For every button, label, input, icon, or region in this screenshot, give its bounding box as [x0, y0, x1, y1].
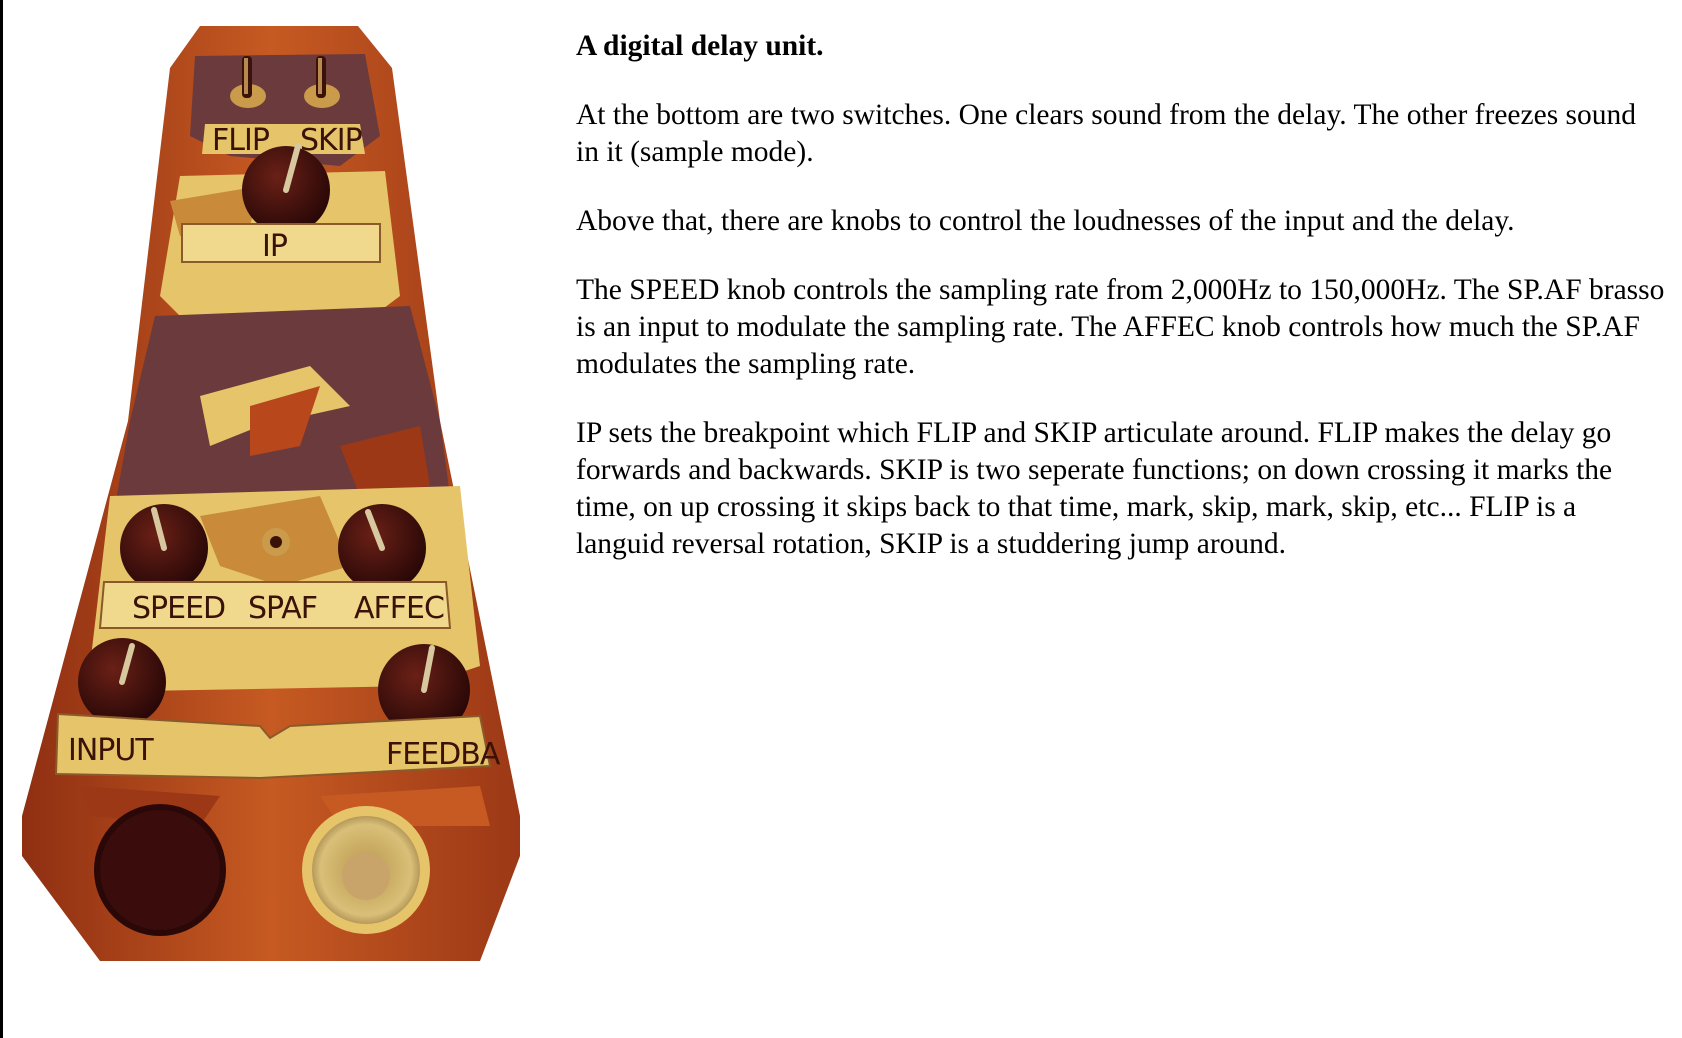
page-heading: A digital delay unit.: [576, 30, 824, 62]
paragraph-loudness: Above that, there are knobs to control t…: [576, 205, 1515, 237]
paragraph-speed: The SPEED knob controls the sampling rat…: [576, 274, 1665, 380]
sample-footswitch[interactable]: [302, 806, 430, 934]
affec-label: AFFEC: [354, 591, 444, 626]
paragraph-switches: At the bottom are two switches. One clea…: [576, 99, 1637, 168]
delay-unit-illustration: FLIP SKIP IP SPEED SPAF AFFEC INPUT FEED…: [20, 26, 562, 1038]
speed-knob[interactable]: [120, 504, 208, 592]
input-knob[interactable]: [78, 638, 166, 726]
affec-knob[interactable]: [338, 504, 426, 592]
ip-label: IP: [262, 229, 288, 264]
description-column: A digital delay unit. At the bottom are …: [576, 28, 1666, 595]
speed-label: SPEED: [132, 591, 225, 626]
feedback-label: FEEDBA: [386, 737, 501, 772]
spaf-jack[interactable]: [262, 528, 290, 556]
flip-label: FLIP: [212, 123, 270, 158]
ip-knob[interactable]: [242, 143, 330, 234]
spaf-label: SPAF: [248, 591, 317, 626]
window-left-border: [0, 0, 3, 1038]
clear-footswitch[interactable]: [94, 804, 226, 936]
input-label: INPUT: [68, 733, 154, 768]
paragraph-ip: IP sets the breakpoint which FLIP and SK…: [576, 417, 1613, 560]
delay-unit-svg: FLIP SKIP IP SPEED SPAF AFFEC INPUT FEED…: [22, 26, 520, 961]
